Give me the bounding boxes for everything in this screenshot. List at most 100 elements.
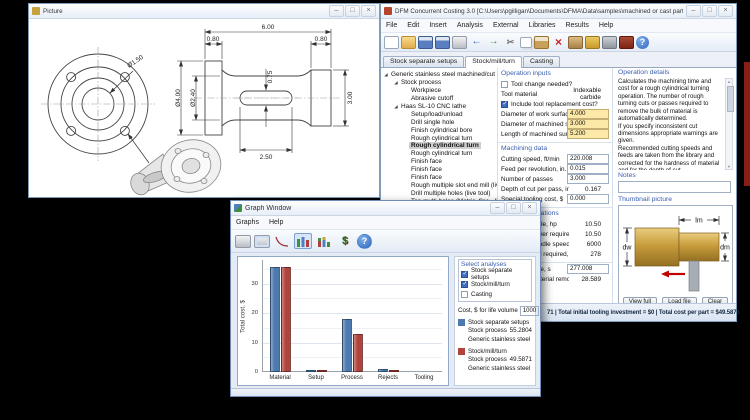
parameter-value: 6000 [569, 241, 609, 248]
parameter-row: Cutting speed, ft/min220.008 [501, 154, 609, 164]
dim-left-flange: 0.80 [207, 36, 220, 43]
copy-icon[interactable] [520, 37, 532, 48]
graph-statusbar [231, 388, 540, 396]
legend-process: Stock process [468, 356, 507, 365]
materials-icon[interactable] [585, 36, 600, 49]
redo-icon[interactable]: → [486, 36, 501, 49]
tree-item[interactable]: Setup/load/unload [381, 110, 497, 118]
close-button[interactable]: × [718, 5, 733, 17]
tree-item-label: Drill multiple holes (live tool) [409, 190, 493, 197]
parameter-input[interactable]: 3.000 [567, 174, 609, 184]
checkbox[interactable] [461, 291, 468, 298]
save-icon[interactable] [418, 36, 433, 49]
tree-item[interactable]: Rough cylindrical turn [381, 150, 497, 158]
menu-graphs[interactable]: Graphs [231, 218, 264, 227]
tree-item[interactable]: Rough cylindrical turn [381, 134, 497, 142]
tree-item[interactable]: Finish face [381, 166, 497, 174]
view-full-button[interactable]: View full [623, 297, 657, 303]
help-icon[interactable]: ? [636, 36, 649, 49]
tree-item[interactable]: ◢Stock process [381, 79, 497, 87]
close-button[interactable]: × [361, 5, 376, 17]
thumbnail-picture: lm dw dm View full Load file Clear [618, 205, 733, 303]
menu-analysis[interactable]: Analysis [452, 21, 488, 30]
library-icon[interactable] [568, 36, 583, 49]
tree-item[interactable]: Rough multiple slot end mill (live tool) [381, 181, 497, 189]
minimize-button[interactable]: – [686, 5, 701, 17]
tree-item[interactable]: Workpiece [381, 87, 497, 95]
maximize-button[interactable]: □ [345, 5, 360, 17]
turning-diagram: lm dw dm [619, 206, 731, 294]
parameter-input[interactable]: 0.015 [567, 164, 609, 174]
cut-icon[interactable]: ✂ [503, 36, 518, 49]
tree-item[interactable]: Finish cylindrical bore [381, 126, 497, 134]
close-button[interactable]: × [522, 202, 537, 214]
stacked-bar-graph-icon[interactable] [315, 233, 333, 249]
load-file-button[interactable]: Load file [662, 297, 697, 303]
tree-item[interactable]: ◢Generic stainless steel machined/cut fr… [381, 71, 497, 79]
tree-item[interactable]: Rough cylindrical turn [381, 142, 497, 150]
clear-button[interactable]: Clear [702, 297, 728, 303]
parameter-input[interactable]: 0.000 [567, 194, 609, 204]
checkbox[interactable] [461, 271, 468, 278]
machines-icon[interactable] [602, 36, 617, 49]
checkbox[interactable] [461, 281, 468, 288]
tree-item[interactable]: Abrasive cutoff [381, 95, 497, 103]
minimize-button[interactable]: – [490, 202, 505, 214]
menu-results[interactable]: Results [560, 21, 593, 30]
paste-icon[interactable] [534, 36, 549, 49]
legend-swatch [458, 319, 465, 326]
details-scrollbar[interactable] [725, 78, 733, 170]
picture-titlebar: Picture – □ × [29, 4, 379, 19]
checkbox[interactable] [501, 81, 508, 88]
tree-item[interactable]: Drill multiple holes (live tool) [381, 189, 497, 197]
open-icon[interactable] [401, 36, 416, 49]
tree-item[interactable]: ◢Haas SL-10 CNC lathe [381, 103, 497, 111]
notes-input[interactable] [618, 181, 731, 193]
print-icon[interactable] [235, 235, 251, 248]
tree-item[interactable]: Finish face [381, 174, 497, 182]
minimize-button[interactable]: – [329, 5, 344, 17]
dim-overall-length: 6.00 [262, 24, 275, 31]
parameter-input[interactable]: 3.000 [567, 119, 609, 129]
menu-libraries[interactable]: Libraries [524, 21, 561, 30]
delete-icon[interactable]: × [551, 36, 566, 49]
tab-stock-mill-turn[interactable]: Stock/mill/turn [465, 56, 522, 68]
menu-help[interactable]: Help [594, 21, 618, 30]
menu-insert[interactable]: Insert [424, 21, 452, 30]
parameter-input[interactable]: 277.008 [567, 264, 609, 274]
print-icon[interactable] [452, 36, 467, 49]
menu-help[interactable]: Help [264, 218, 288, 227]
operation-details-panel: Operation details Calculates the machini… [613, 68, 736, 303]
background-window-edge [744, 62, 750, 186]
parameter-input[interactable]: 4.000 [567, 109, 609, 119]
tab-stock-separate-setups[interactable]: Stock separate setups [383, 56, 464, 67]
tree-item[interactable]: Drill single hole [381, 118, 497, 126]
tree-item[interactable]: Finish face [381, 158, 497, 166]
save-as-icon[interactable] [435, 36, 450, 49]
parameter-row: Length of machined surface (lm), in.5.20… [501, 129, 609, 139]
parameter-input[interactable]: 5.200 [567, 129, 609, 139]
new-icon[interactable] [384, 36, 399, 49]
legend-swatch [458, 348, 465, 355]
help-icon[interactable]: ? [357, 234, 372, 249]
undo-icon[interactable]: ← [469, 36, 484, 49]
bar-graph-icon[interactable] [294, 233, 312, 249]
parameter-input[interactable]: 220.008 [567, 154, 609, 164]
exit-icon[interactable] [619, 36, 634, 49]
thumbnail-header: Thumbnail picture [618, 196, 733, 203]
dollar-icon[interactable]: $ [336, 233, 354, 249]
print-preview-icon[interactable] [254, 235, 270, 248]
menu-file[interactable]: File [381, 21, 402, 30]
checkbox[interactable] [501, 101, 508, 108]
tab-casting[interactable]: Casting [523, 56, 560, 67]
main-toolbar: ←→✂ ×? [381, 33, 736, 52]
parameter-label: Include tool replacement cost? [511, 101, 609, 108]
cost-curve-icon[interactable] [273, 233, 291, 249]
life-volume-input[interactable]: 1000 [520, 306, 539, 316]
menu-external[interactable]: External [488, 21, 524, 30]
parameter-label: Feed per revolution, in. [501, 166, 567, 173]
maximize-button[interactable]: □ [702, 5, 717, 17]
menu-edit[interactable]: Edit [402, 21, 424, 30]
maximize-button[interactable]: □ [506, 202, 521, 214]
tree-item-label: Abrasive cutoff [409, 95, 455, 102]
